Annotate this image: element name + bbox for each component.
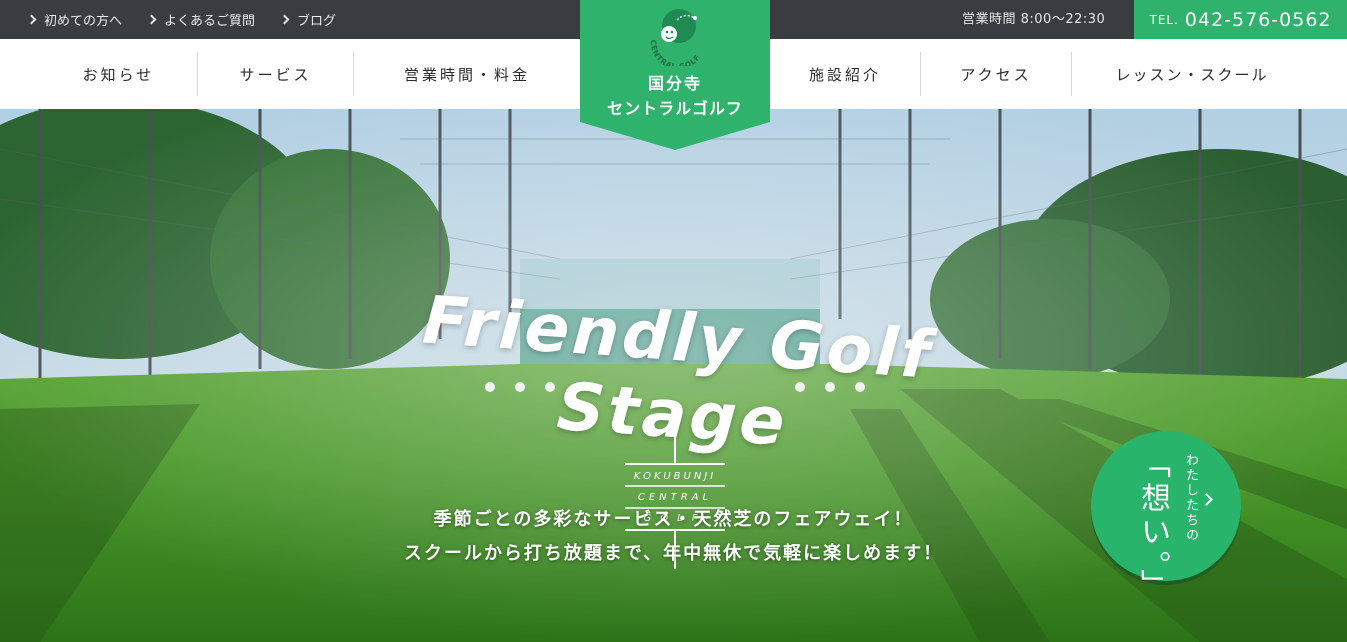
nav-item-lessons[interactable]: レッスン・スクール: [1072, 39, 1312, 109]
chevron-right-icon: [146, 14, 157, 25]
blog-link-label: ブログ: [297, 14, 337, 29]
nav-item-access[interactable]: アクセス: [921, 39, 1071, 109]
utility-links: 初めての方へ よくあるご質問 ブログ: [26, 0, 337, 39]
first-time-link-label: 初めての方へ: [44, 14, 123, 29]
tel-button[interactable]: TEL. 042-576-0562: [1134, 0, 1347, 39]
faq-link[interactable]: よくあるご質問: [146, 10, 256, 29]
tel-number: 042-576-0562: [1184, 8, 1332, 31]
nav-item-hours-fees[interactable]: 営業時間・料金: [354, 39, 580, 109]
site-logo[interactable]: CENTRAL GOLF 国分寺 セントラルゴルフ: [580, 0, 770, 150]
emblem-text-kokubunji: KOKUBUNJI: [633, 471, 717, 482]
nav-item-facilities[interactable]: 施設紹介: [770, 39, 920, 109]
emblem-text-central: CENTRAL: [637, 492, 713, 503]
faq-link-label: よくあるご質問: [164, 14, 256, 29]
logo-name-line1: 国分寺: [647, 74, 702, 93]
logo-name-line2: セントラルゴルフ: [607, 99, 743, 118]
golf-ball-mascot-icon: CENTRAL GOLF: [649, 9, 702, 66]
first-time-link[interactable]: 初めての方へ: [26, 10, 123, 29]
nav-item-services[interactable]: サービス: [198, 39, 353, 109]
tel-prefix: TEL.: [1149, 12, 1179, 27]
svg-text:CENTRAL GOLF: CENTRAL GOLF: [649, 40, 702, 66]
nav-item-news[interactable]: お知らせ: [40, 39, 197, 109]
our-thoughts-small-text: わたしたちの: [1183, 453, 1198, 543]
our-thoughts-big-text: 「想い。」: [1135, 448, 1170, 603]
logo-arc-text: CENTRAL GOLF: [649, 40, 702, 66]
chevron-right-icon: [26, 14, 37, 25]
blog-link[interactable]: ブログ: [279, 10, 337, 29]
chevron-right-icon: [279, 14, 290, 25]
business-hours: 営業時間 8:00～22:30: [962, 12, 1106, 27]
